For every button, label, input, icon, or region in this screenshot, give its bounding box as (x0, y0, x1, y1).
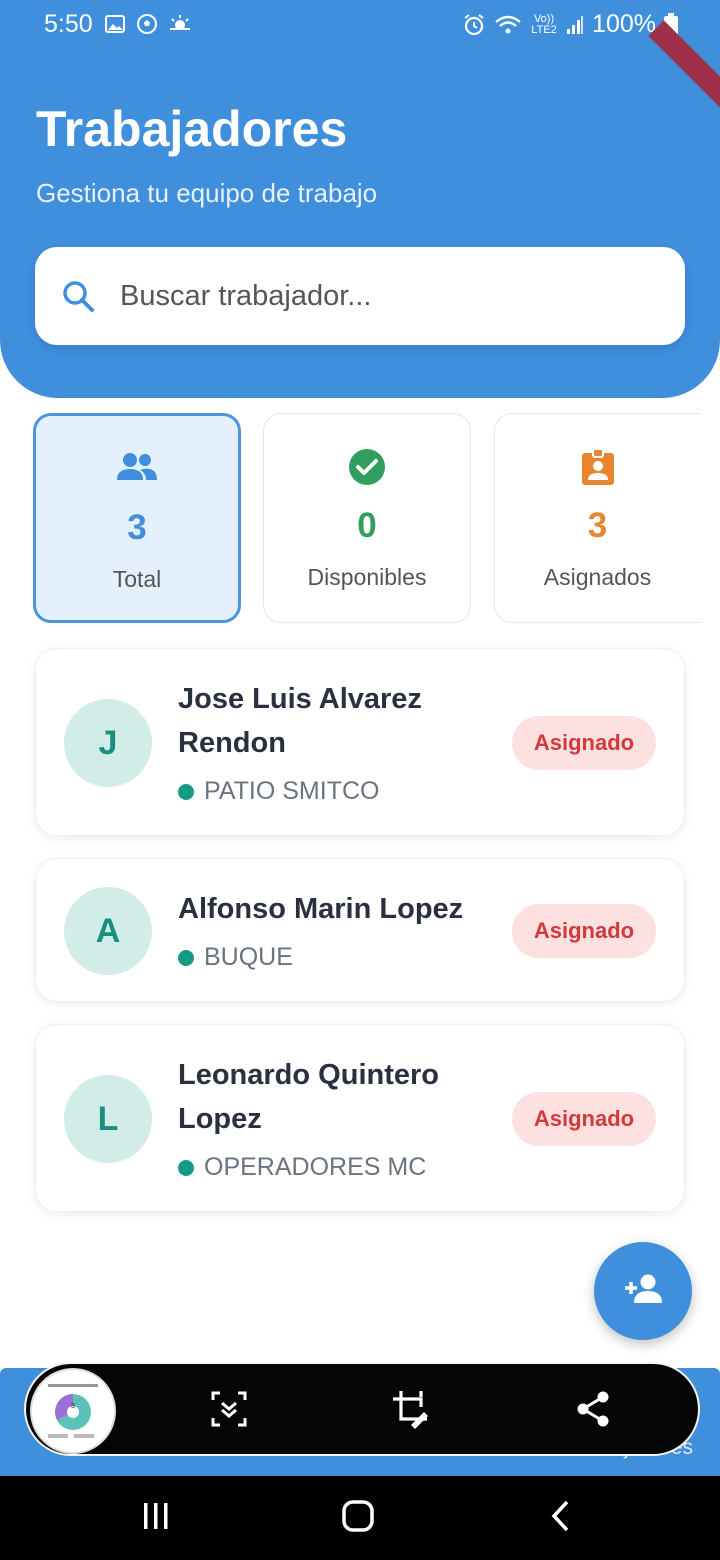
worker-name: Leonardo Quintero Lopez (178, 1059, 439, 1135)
crop-edit-button[interactable] (386, 1386, 436, 1436)
location-dot (178, 949, 194, 966)
home-icon (341, 1499, 375, 1538)
thumbnail-value: 3 (71, 1403, 75, 1410)
status-bar: 5:50 Vo)) LTE2 100% (0, 0, 720, 52)
badge-icon (495, 448, 700, 486)
worker-card[interactable]: L Leonardo Quintero Lopez OPERADORES MC … (35, 1024, 685, 1212)
soccer-ball-icon (136, 13, 158, 35)
search-input[interactable] (120, 247, 660, 345)
share-icon (575, 1390, 611, 1433)
worker-location: OPERADORES MC (178, 1153, 426, 1182)
status-time: 5:50 (44, 10, 93, 38)
add-person-icon (623, 1273, 663, 1310)
system-navigation-bar (0, 1476, 720, 1560)
screen: 5:50 Vo)) LTE2 100% Trabajadores Gestion… (0, 0, 720, 1560)
stat-available-label: Disponibles (307, 564, 427, 590)
volte-icon: Vo)) LTE2 (531, 12, 557, 36)
recents-icon (141, 1501, 171, 1536)
worker-name: Alfonso Marin Lopez (178, 893, 464, 925)
people-icon (36, 450, 238, 484)
search-icon (61, 279, 95, 318)
screenshot-toolbar: 3 (24, 1362, 700, 1456)
check-circle-icon (264, 448, 470, 486)
status-badge: Asignado (512, 904, 656, 958)
stat-card-total[interactable]: 3 Total (33, 413, 241, 623)
status-badge: Asignado (512, 1092, 656, 1146)
stat-assigned-value: 3 (587, 506, 608, 545)
crop-edit-icon (391, 1389, 431, 1434)
screenshot-thumbnail[interactable]: 3 (30, 1368, 116, 1454)
home-button[interactable] (336, 1496, 380, 1540)
worker-name: Jose Luis Alvarez Rendon (178, 683, 422, 759)
page-subtitle: Gestiona tu equipo de trabajo (36, 178, 378, 208)
avatar: L (64, 1075, 152, 1163)
worker-location-text: BUQUE (204, 943, 293, 971)
header: 5:50 Vo)) LTE2 100% Trabajadores Gestion… (0, 0, 720, 398)
back-button[interactable] (538, 1496, 582, 1540)
image-icon (104, 13, 126, 35)
wifi-icon (494, 14, 522, 36)
location-dot (178, 1159, 194, 1176)
worker-card[interactable]: J Jose Luis Alvarez Rendon PATIO SMITCO … (35, 648, 685, 836)
weather-icon (168, 13, 192, 35)
back-icon (547, 1499, 573, 1538)
add-worker-button[interactable] (594, 1242, 692, 1340)
worker-location: BUQUE (178, 943, 293, 972)
scroll-capture-icon (210, 1390, 248, 1433)
alarm-icon (462, 13, 486, 37)
stat-assigned-label: Asignados (543, 564, 652, 590)
share-button[interactable] (568, 1386, 618, 1436)
page-title: Trabajadores (36, 101, 348, 157)
stat-total-value: 3 (127, 508, 147, 547)
location-dot (178, 783, 194, 800)
worker-location: PATIO SMITCO (178, 777, 379, 806)
avatar: A (64, 887, 152, 975)
avatar: J (64, 699, 152, 787)
stat-total-label: Total (112, 566, 162, 592)
stat-card-available[interactable]: 0 Disponibles (263, 413, 471, 623)
recents-button[interactable] (134, 1496, 178, 1540)
signal-icon (566, 15, 584, 35)
search-bar[interactable] (35, 247, 685, 345)
scroll-capture-button[interactable] (204, 1386, 254, 1436)
worker-location-text: OPERADORES MC (204, 1153, 427, 1181)
battery-percent: 100% (592, 10, 656, 38)
stat-available-value: 0 (357, 506, 377, 545)
status-badge: Asignado (512, 716, 656, 770)
worker-card[interactable]: A Alfonso Marin Lopez BUQUE Asignado (35, 858, 685, 1002)
worker-location-text: PATIO SMITCO (204, 777, 380, 805)
stat-card-assigned[interactable]: 3 Asignados (494, 413, 700, 623)
